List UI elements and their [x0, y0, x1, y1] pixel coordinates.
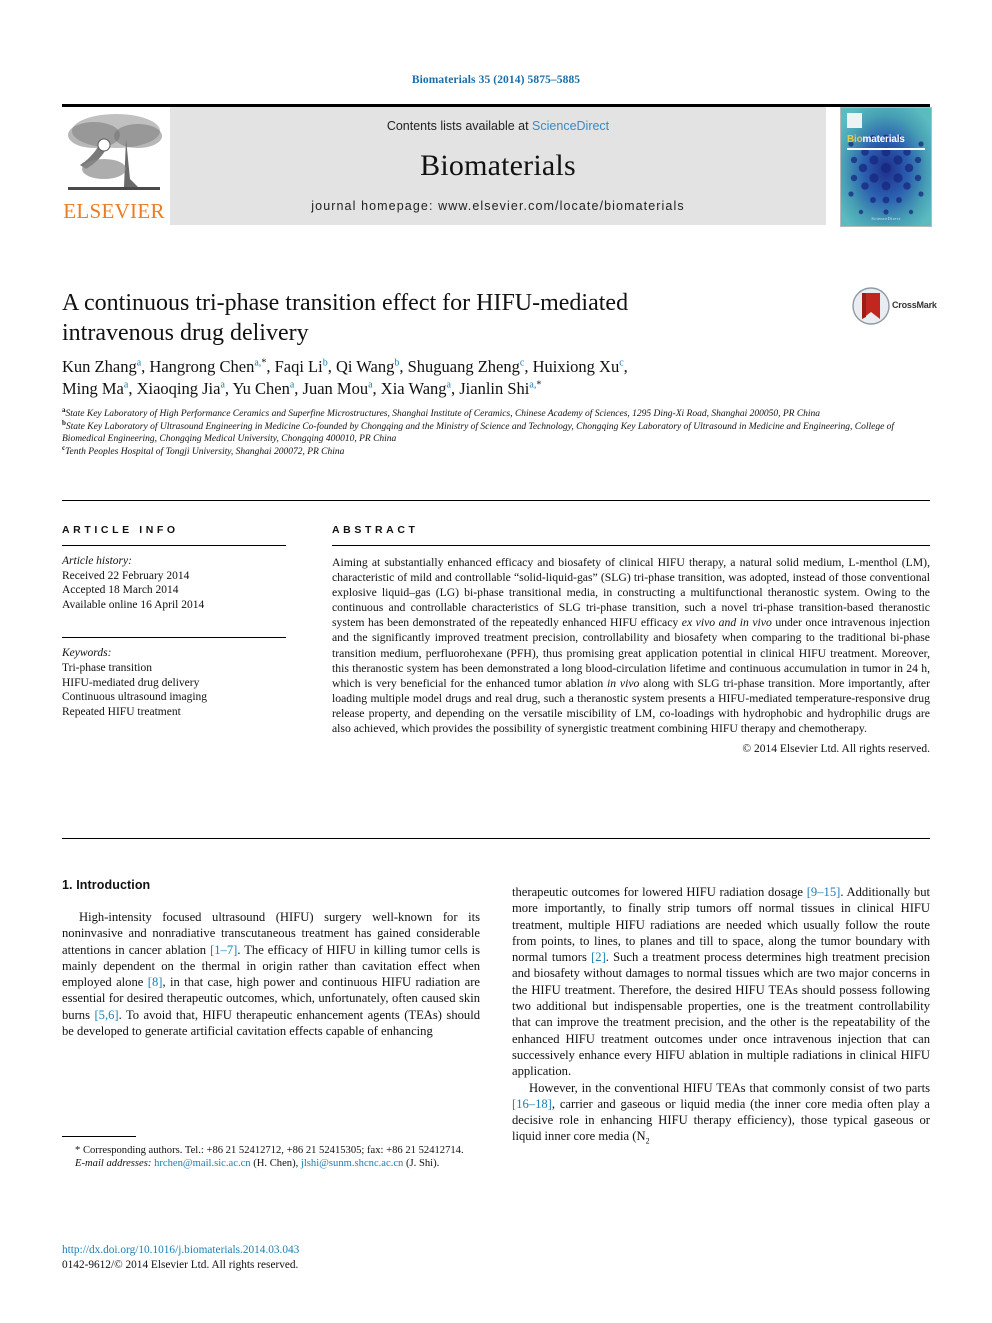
citation-ref[interactable]: [9–15]	[807, 885, 841, 899]
footnote-rule	[62, 1136, 136, 1137]
affiliation-c-text: Tenth Peoples Hospital of Tongji Univers…	[65, 446, 345, 457]
section-heading-introduction: 1. Introduction	[62, 878, 151, 892]
issn-copyright-line: 0142-9612/© 2014 Elsevier Ltd. All right…	[62, 1258, 299, 1271]
contents-available-line: Contents lists available at ScienceDirec…	[170, 119, 826, 133]
journal-header-band: ELSEVIER Contents lists available at Sci…	[62, 107, 932, 227]
author-list: Kun Zhanga, Hangrong Chena,*, Faqi Lib, …	[62, 356, 852, 400]
affiliation-a: aState Key Laboratory of High Performanc…	[62, 405, 821, 419]
abstract-rule	[332, 545, 930, 546]
email-addresses-note: E-mail addresses: hrchen@mail.sic.ac.cn …	[62, 1157, 482, 1170]
cover-footer-text: ScienceDirect	[871, 216, 901, 221]
abstract-section-top-rule	[62, 500, 930, 501]
affiliation-a-text: State Key Laboratory of High Performance…	[65, 409, 821, 419]
right-text-a: therapeutic outcomes for lowered HIFU ra…	[512, 885, 807, 899]
doi-link[interactable]: http://dx.doi.org/10.1016/j.biomaterials…	[62, 1243, 482, 1258]
email-label: E-mail addresses:	[75, 1158, 152, 1170]
elsevier-wordmark: ELSEVIER	[63, 199, 165, 223]
page-title: A continuous tri-phase transition effect…	[62, 290, 629, 346]
elsevier-logo: ELSEVIER	[62, 107, 166, 225]
email-owner-1: (H. Chen),	[253, 1158, 299, 1170]
citation-ref[interactable]: [1–7]	[210, 943, 237, 957]
journal-header-grey-box: Contents lists available at ScienceDirec…	[170, 107, 826, 225]
crossmark-icon	[852, 287, 890, 325]
article-info-rule-1	[62, 545, 286, 546]
running-head: Biomaterials 35 (2014) 5875–5885	[411, 74, 581, 86]
article-info-heading: ARTICLE INFO	[62, 524, 179, 536]
author-line-1: Kun Zhanga, Hangrong Chena,*, Faqi Lib, …	[62, 357, 628, 376]
article-history-label: Article history:	[62, 555, 132, 567]
paragraph-however: However, in the conventional HIFU TEAs t…	[512, 1080, 930, 1151]
citation-ref[interactable]: [8]	[148, 975, 163, 989]
affiliation-c: cTenth Peoples Hospital of Tongji Univer…	[62, 443, 345, 457]
keyword-item: Continuous ultrasound imaging	[62, 691, 208, 704]
abstract-heading: ABSTRACT	[332, 524, 419, 536]
crossmark-badge[interactable]: CrossMark	[852, 287, 938, 327]
paper-page: Biomaterials 35 (2014) 5875–5885 ELSEVIE…	[0, 0, 992, 1323]
keyword-item: Tri-phase transition	[62, 661, 152, 674]
right-text-c: . Such a treatment process determines hi…	[512, 950, 931, 1079]
email-owner-2: (J. Shi).	[406, 1158, 440, 1170]
citation-ref[interactable]: [16–18]	[512, 1097, 552, 1111]
article-history-block: Article history: Received 22 February 20…	[62, 554, 286, 612]
article-history-online: Available online 16 April 2014	[62, 598, 205, 611]
body-column-right: therapeutic outcomes for lowered HIFU ra…	[512, 884, 930, 1150]
journal-homepage[interactable]: journal homepage: www.elsevier.com/locat…	[170, 199, 826, 213]
paragraph-intro-left: High-intensity focused ultrasound (HIFU)…	[62, 909, 480, 1039]
sciencedirect-link[interactable]: ScienceDirect	[532, 119, 609, 133]
citation-ref[interactable]: [2]	[591, 950, 606, 964]
affiliation-b-text: State Key Laboratory of Ultrasound Engin…	[62, 421, 895, 445]
abstract-copyright: © 2014 Elsevier Ltd. All rights reserved…	[742, 743, 930, 756]
right-p2-text-b: , carrier and gaseous or liquid media (t…	[512, 1096, 930, 1144]
cover-title-rule	[847, 148, 925, 150]
email-link-1[interactable]: hrchen@mail.sic.ac.cn	[154, 1158, 251, 1169]
journal-cover-thumbnail: Biomaterials ScienceDirect	[840, 107, 932, 227]
keywords-block: Keywords: Tri-phase transition HIFU-medi…	[62, 646, 286, 719]
chemical-subscript: 2	[645, 1136, 650, 1146]
intro-text-d: . To avoid that, HIFU therapeutic enhanc…	[62, 1007, 481, 1039]
cover-title-materials: materials	[862, 134, 905, 145]
cover-title-bio: Bio	[847, 134, 863, 145]
abstract-emphasis-1: ex vivo and in vivo	[681, 616, 772, 630]
article-history-received: Received 22 February 2014	[62, 569, 190, 582]
crossmark-label: CrossMark	[892, 300, 937, 310]
affiliation-b: bState Key Laboratory of Ultrasound Engi…	[62, 418, 895, 445]
footnote-block: * Corresponding authors. Tel.: +86 21 52…	[62, 1144, 482, 1171]
keyword-item: Repeated HIFU treatment	[62, 705, 181, 718]
citation-ref[interactable]: [5,6]	[94, 1008, 118, 1022]
email-link-2[interactable]: jlshi@sunm.shcnc.ac.cn	[301, 1158, 403, 1169]
body-column-left: 1. Introduction High-intensity focused u…	[62, 878, 480, 1039]
article-history-accepted: Accepted 18 March 2014	[62, 584, 179, 597]
article-info-rule-2	[62, 637, 286, 639]
abstract-section-bottom-rule	[62, 838, 930, 839]
cover-publisher-badge	[847, 113, 862, 128]
journal-title: Biomaterials	[420, 149, 576, 182]
doi-block: http://dx.doi.org/10.1016/j.biomaterials…	[62, 1243, 482, 1272]
affiliation-list: aState Key Laboratory of High Performanc…	[62, 405, 932, 458]
article-info-column: ARTICLE INFO Article history: Received 2…	[62, 524, 286, 719]
cover-title: Biomaterials	[847, 134, 905, 145]
abstract-emphasis-2: in vivo	[607, 676, 640, 690]
abstract-column: ABSTRACT Aiming at substantially enhance…	[332, 524, 930, 755]
corresponding-authors-note: * Corresponding authors. Tel.: +86 21 52…	[75, 1145, 464, 1156]
contents-prefix: Contents lists available at	[386, 119, 533, 133]
keywords-label: Keywords:	[62, 647, 112, 660]
keyword-item: HIFU-mediated drug delivery	[62, 676, 200, 689]
right-p2-text-a: However, in the conventional HIFU TEAs t…	[529, 1080, 930, 1095]
abstract-text: Aiming at substantially enhanced efficac…	[332, 555, 930, 736]
paragraph-intro-right-continued: therapeutic outcomes for lowered HIFU ra…	[512, 884, 930, 1080]
elsevier-tree-icon	[68, 114, 162, 190]
author-line-2: Ming Maa, Xiaoqing Jiaa, Yu Chena, Juan …	[62, 379, 542, 398]
